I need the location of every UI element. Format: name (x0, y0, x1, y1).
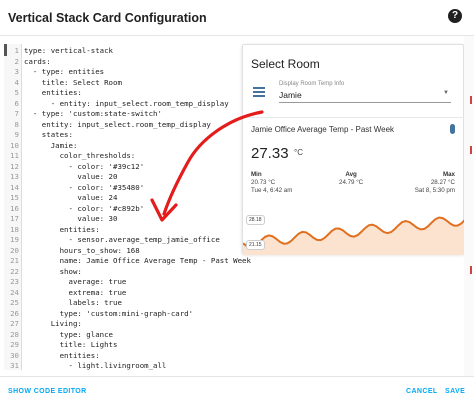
code-line[interactable]: color_thresholds: (24, 151, 136, 160)
line-number: 2 (14, 56, 19, 66)
code-line[interactable]: show: (24, 267, 82, 276)
extrema-min: Min 20.73 °C Tue 4, 6:42 am (251, 171, 292, 194)
line-number: 21 (10, 256, 19, 265)
line-number: 20 (10, 245, 19, 255)
line-number: 6 (14, 98, 19, 108)
code-line[interactable]: title: Lights (24, 340, 118, 349)
graph-current-state: 27.33 (251, 145, 289, 162)
line-number: 22 (10, 266, 19, 276)
format-list-icon (253, 87, 265, 97)
line-number: 7 (14, 109, 19, 118)
line-number: 8 (14, 119, 19, 129)
line-number: 14 (10, 182, 19, 192)
room-select-dropdown[interactable]: Jamie (279, 90, 302, 100)
line-number: 17 (10, 214, 19, 223)
code-line[interactable]: - color: '#c892b' (24, 204, 144, 213)
line-number: 10 (10, 140, 19, 150)
avg-label: Avg (345, 171, 357, 178)
code-line[interactable]: - entity: input_select.room_temp_display (24, 99, 229, 108)
code-line[interactable]: labels: true (24, 298, 121, 307)
min-time: Tue 4, 6:42 am (251, 187, 293, 194)
line-number: 18 (10, 224, 19, 234)
code-line[interactable]: entities: (24, 225, 100, 234)
line-number: 30 (10, 350, 19, 360)
temperature-graph: 28.18 21.15 (243, 205, 465, 255)
dialog-header: Vertical Stack Card Configuration ? (0, 0, 474, 36)
show-code-editor-button[interactable]: SHOW CODE EDITOR (8, 388, 87, 395)
line-number: 12 (10, 161, 19, 171)
code-line[interactable]: hours_to_show: 168 (24, 246, 140, 255)
code-line[interactable]: type: 'custom:mini-graph-card' (24, 309, 194, 318)
code-line[interactable]: title: Select Room (24, 78, 122, 87)
card-divider (243, 117, 465, 118)
yaml-code-editor[interactable]: 1 type: vertical-stack 2 cards: 3 - type: en… (4, 44, 251, 370)
line-number: 29 (10, 340, 19, 349)
line-number: 26 (10, 308, 19, 318)
line-number: 27 (10, 319, 19, 328)
code-line[interactable]: entities: (24, 351, 100, 360)
max-value: 28.27 °C (430, 179, 455, 186)
code-line[interactable]: cards: (24, 57, 51, 66)
dialog-title: Vertical Stack Card Configuration (8, 11, 207, 25)
code-line[interactable]: value: 20 (24, 172, 117, 181)
chevron-down-icon[interactable]: ▼ (443, 90, 449, 96)
line-number: 25 (10, 298, 19, 307)
help-icon[interactable]: ? (448, 9, 462, 23)
avg-value: 24.79 °C (339, 179, 364, 186)
graph-label-bottom: 21.15 (246, 240, 265, 250)
code-line[interactable]: type: glance (24, 330, 113, 339)
code-line[interactable]: - light.livingroom_all (24, 361, 166, 370)
card-preview: Select Room Display Room Temp Info Jamie… (242, 44, 465, 255)
entities-card-title: Select Room (251, 57, 320, 71)
code-line[interactable]: average: true (24, 277, 126, 286)
thermometer-icon (450, 124, 455, 134)
code-line[interactable]: extrema: true (24, 288, 126, 297)
max-label: Max (442, 171, 455, 178)
line-number: 28 (10, 329, 19, 339)
line-number: 11 (10, 151, 19, 160)
save-button[interactable]: SAVE (445, 388, 465, 395)
background-page-edge (464, 36, 474, 376)
room-select-label: Display Room Temp Info (279, 81, 345, 87)
cancel-button[interactable]: CANCEL (406, 388, 438, 395)
code-line[interactable]: - type: 'custom:state-switch' (24, 109, 162, 118)
code-line[interactable]: states: (24, 130, 73, 139)
code-line[interactable]: Living: (24, 319, 82, 328)
graph-label-top: 28.18 (246, 215, 265, 225)
graph-card-name: Jamie Office Average Temp - Past Week (251, 125, 395, 134)
line-number: 23 (10, 277, 19, 286)
code-line[interactable]: entity: input_select.room_temp_display (24, 120, 211, 129)
graph-svg (243, 216, 465, 255)
min-value: 20.73 °C (251, 179, 276, 186)
code-line[interactable]: - type: entities (24, 67, 104, 76)
line-number: 15 (10, 193, 19, 202)
select-underline (279, 102, 451, 103)
code-line[interactable]: value: 24 (24, 193, 117, 202)
line-number: 5 (14, 88, 19, 97)
extrema-max: Max 28.27 °C Sat 8, 5:30 pm (415, 171, 455, 194)
code-line[interactable]: - color: '#39c12' (24, 162, 144, 171)
line-number: 19 (10, 235, 19, 244)
code-line[interactable]: value: 30 (24, 214, 117, 223)
code-line[interactable]: type: vertical-stack (24, 46, 113, 55)
dialog-footer: SHOW CODE EDITOR CANCEL SAVE (0, 376, 474, 405)
graph-unit: °C (294, 148, 303, 157)
code-line[interactable]: - color: '#35480' (24, 183, 144, 192)
code-line[interactable]: Jamie: (24, 141, 78, 150)
line-number: 16 (10, 203, 19, 213)
line-number: 4 (14, 77, 19, 87)
code-line[interactable]: entities: (24, 88, 82, 97)
line-number: 24 (10, 287, 19, 297)
min-label: Min (251, 171, 262, 178)
line-number: 9 (14, 130, 19, 139)
extrema-avg: Avg 24.79 °C (339, 171, 363, 186)
editor-cursor (4, 44, 7, 56)
max-time: Sat 8, 5:30 pm (414, 187, 455, 194)
line-number: 31 (10, 361, 19, 370)
code-line[interactable]: - sensor.average_temp_jamie_office (24, 235, 219, 244)
line-number: 3 (14, 67, 19, 76)
code-line[interactable]: name: Jamie Office Average Temp - Past W… (24, 256, 251, 265)
line-number: 13 (10, 172, 19, 181)
